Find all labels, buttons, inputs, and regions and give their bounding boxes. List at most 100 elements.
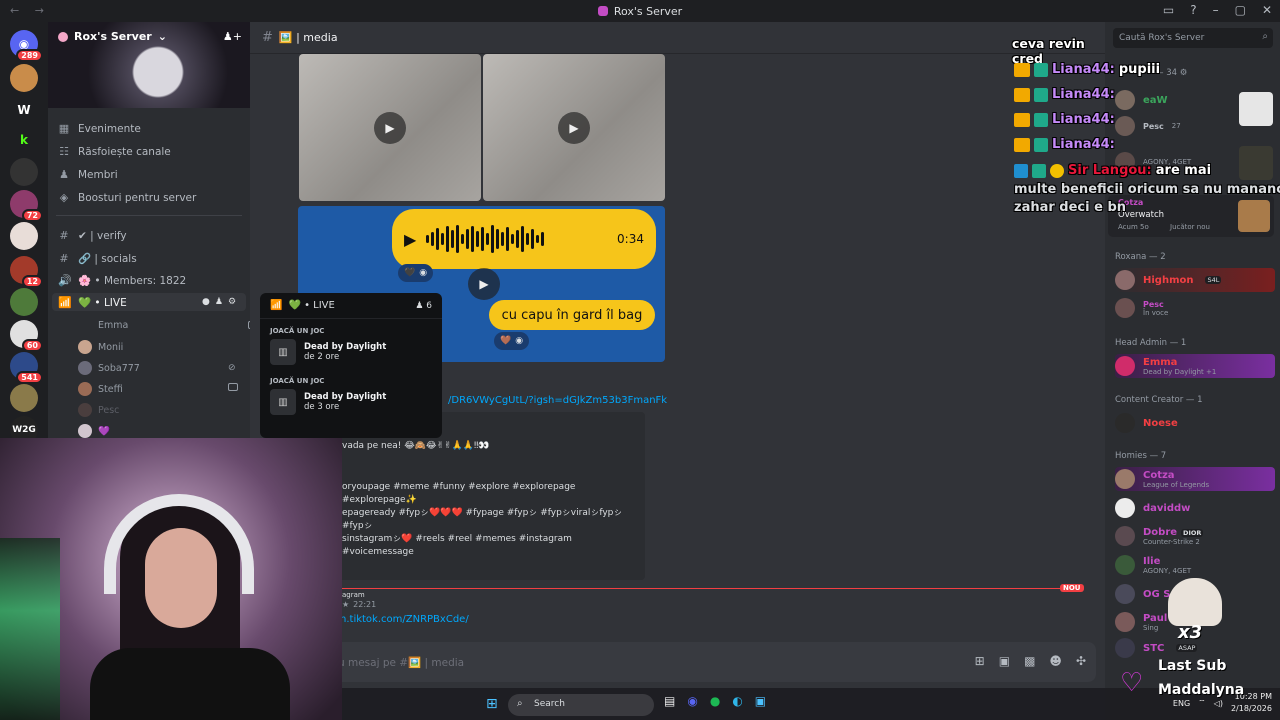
member-row[interactable]: Dobre DIOR Counter-Strike 2 (1115, 524, 1275, 548)
activity-row[interactable]: ▥ Dead by Daylight de 2 ore (260, 335, 442, 369)
discord-icon[interactable]: ◉ (687, 694, 697, 708)
webcam-overlay (0, 438, 342, 720)
channel-members-count[interactable]: 🔊 🌸 • Members: 1822 (58, 274, 186, 287)
voice-user[interactable]: Steffi (78, 382, 238, 396)
server-icon[interactable]: 72 (10, 190, 43, 222)
video-attachment[interactable]: ▶ (483, 54, 665, 201)
avatar (78, 403, 92, 417)
gif-icon[interactable]: ▣ (999, 654, 1010, 668)
stream-chat-line: Liana44: pupiii (1014, 62, 1160, 77)
close-button[interactable]: ✕ (1262, 3, 1272, 17)
search-input[interactable]: Caută Rox's Server ⌕ (1113, 28, 1273, 48)
server-name-button[interactable]: Rox's Server ⌄ (58, 30, 167, 43)
browse-channels-icon: ☷ (59, 145, 69, 158)
activity-meta: Acum 5o (1118, 223, 1149, 231)
help-icon[interactable]: ? (1190, 3, 1196, 17)
voice-user[interactable]: 💜 (78, 424, 110, 438)
voice-user[interactable]: Soba777 ⊘ (78, 361, 236, 375)
message-link[interactable]: n.tiktok.com/ZNRPBxCde/ (340, 614, 469, 625)
window-title: Rox's Server (597, 4, 683, 18)
server-icon[interactable] (10, 222, 38, 250)
voice-user[interactable]: Pesc (78, 403, 119, 417)
crown-icon (1014, 87, 1030, 102)
history-nav[interactable]: ← → (10, 4, 50, 17)
member-activity: League of Legends (1143, 480, 1210, 489)
member-name: STC (1143, 642, 1165, 654)
sidebar-item-browse-channels[interactable]: ☷ Răsfoiește canale (58, 145, 171, 158)
avatar (1115, 498, 1135, 518)
server-icon[interactable]: 12 (10, 256, 43, 288)
member-row[interactable]: daviddw (1115, 496, 1275, 520)
windows-start-icon[interactable]: ⊞ (486, 696, 498, 712)
channel-socials[interactable]: # 🔗 | socials (58, 252, 137, 265)
minimize-button[interactable]: – (1213, 3, 1219, 17)
window-title-text: Rox's Server (613, 4, 683, 18)
gear-icon[interactable]: ⚙ (228, 297, 236, 307)
member-row[interactable]: Noese (1115, 411, 1275, 435)
chat-message: pupiii (1118, 62, 1161, 77)
server-icon[interactable] (10, 384, 38, 412)
server-icon[interactable] (10, 158, 38, 186)
play-icon[interactable]: ▶ (558, 111, 590, 144)
play-icon[interactable]: ▶ (374, 111, 406, 144)
member-row[interactable]: Emma Dead by Daylight +1 (1115, 354, 1275, 378)
edge-icon[interactable]: ◐ (732, 694, 742, 708)
activity-thumbnail (1239, 146, 1273, 180)
emoji-icon[interactable]: ☻ (1049, 654, 1062, 668)
voice-user[interactable]: Monii (78, 340, 123, 354)
channel-name: 🖼️ | media (278, 31, 338, 44)
play-icon[interactable]: ▶ (404, 230, 416, 249)
member-row[interactable]: Pesc În voce (1115, 296, 1275, 320)
search-icon: ⌕ (1262, 31, 1268, 42)
member-row[interactable]: Cotza League of Legends (1115, 467, 1275, 491)
spotify-icon[interactable]: ● (710, 694, 720, 708)
gift-icon[interactable]: ⊞ (975, 654, 985, 668)
member-row[interactable]: Ilie AGONY, 4GET (1115, 553, 1275, 577)
avatar (78, 340, 92, 354)
channel-live[interactable]: 📶 💚 • LIVE (58, 296, 127, 309)
avatar (1115, 638, 1135, 658)
avatar (1115, 116, 1135, 136)
chat-user: Liana44: (1052, 137, 1115, 152)
sidebar-item-boosts[interactable]: ◈ Boosturi pentru server (58, 191, 197, 204)
file-explorer-icon[interactable]: ▤ (664, 694, 675, 708)
badge-icon (1034, 87, 1048, 102)
channel-label: 🔗 | socials (78, 253, 137, 265)
server-icon[interactable] (10, 64, 38, 92)
server-icon[interactable]: 541 (10, 352, 43, 384)
direct-messages-icon[interactable]: ◉ 289 (10, 30, 43, 62)
message-time: 22:21 (353, 600, 377, 609)
voice-user[interactable]: Emma (98, 320, 250, 331)
server-banner: Rox's Server ⌄ ♟+ (48, 22, 250, 108)
server-icon[interactable] (10, 288, 38, 316)
invite-icon[interactable]: ♟+ (223, 30, 242, 43)
member-tag: ASAP (1176, 644, 1198, 652)
voice-user-name: Steffi (98, 383, 123, 395)
taskbar-search[interactable]: ⌕ Search (508, 694, 654, 716)
server-w-icon[interactable]: W (10, 96, 38, 124)
crown-icon (1014, 137, 1030, 152)
message-link[interactable]: /DR6VWyCgUtL/?igsh=dGJkZm53b3FmanFk (448, 395, 667, 406)
server-icon[interactable]: 60 (10, 320, 43, 352)
activity-card[interactable]: Cotza Overwatch Acum 5o Jucător nou (1108, 195, 1274, 237)
play-icon[interactable]: ▶ (468, 268, 500, 300)
sidebar-item-members[interactable]: ♟ Membri (58, 168, 118, 181)
chat-message: are mai (1155, 163, 1212, 178)
maximize-button[interactable]: ▢ (1235, 3, 1246, 17)
channel-verify[interactable]: # ✔ | verify (58, 229, 126, 242)
message-composer[interactable]: u mesaj pe #🖼️ | media ⊞ ▣ ▩ ☻ ✣ (328, 642, 1096, 682)
sidebar-item-events[interactable]: ▦ Evenimente (58, 122, 141, 135)
invite-icon[interactable]: ♟ (215, 297, 223, 307)
activity-row[interactable]: ▥ Dead by Daylight de 3 ore (260, 385, 442, 419)
inbox-icon[interactable]: ▭ (1163, 3, 1174, 17)
video-attachment[interactable]: ▶ (299, 54, 481, 201)
app-icon[interactable]: ▣ (755, 694, 766, 708)
member-row[interactable]: Highmon S4L (1115, 268, 1275, 292)
member-name: Ilie (1143, 555, 1161, 567)
chat-icon[interactable]: ● (202, 297, 210, 307)
server-k-icon[interactable]: k (10, 126, 38, 154)
sticker-icon[interactable]: ▩ (1024, 654, 1035, 668)
member-row[interactable]: Pesc 27 (1115, 114, 1275, 138)
server-logo-icon (597, 6, 608, 16)
apps-icon[interactable]: ✣ (1076, 654, 1086, 668)
